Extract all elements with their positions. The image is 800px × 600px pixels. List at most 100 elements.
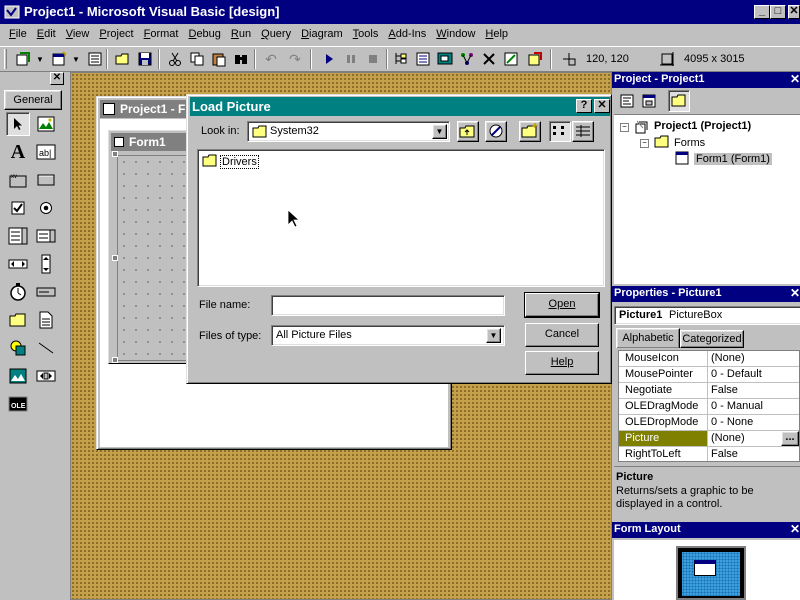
data-view-icon[interactable]	[500, 48, 522, 70]
property-row[interactable]: Negotiate False	[619, 383, 799, 399]
paste-icon[interactable]	[208, 48, 230, 70]
picturebox-icon[interactable]	[34, 112, 58, 136]
toolbox-close-button[interactable]: ✕	[50, 72, 64, 85]
end-icon[interactable]	[362, 48, 384, 70]
undo-icon[interactable]: ↶	[260, 48, 282, 70]
desktop-icon[interactable]	[485, 121, 507, 142]
forms-folder-label[interactable]: Forms	[674, 137, 705, 149]
property-row[interactable]: OLEDropMode 0 - None	[619, 415, 799, 431]
menu-editor-icon[interactable]	[84, 48, 106, 70]
label-icon[interactable]: A	[6, 140, 30, 164]
property-ellipsis-button[interactable]: ...	[781, 431, 799, 446]
project-explorer-close-button[interactable]: ✕	[790, 72, 800, 86]
form-layout-icon[interactable]	[434, 48, 456, 70]
timer-icon[interactable]	[6, 280, 30, 304]
project-explorer-title-bar[interactable]: Project - Project1 ✕	[612, 72, 800, 88]
menu-run[interactable]: Run	[226, 24, 256, 44]
open-button[interactable]: Open	[524, 292, 600, 318]
sizing-handle[interactable]	[112, 151, 118, 157]
form1-tree-item[interactable]: Form1 (Form1)	[694, 153, 772, 165]
tree-collapse-icon[interactable]: −	[640, 139, 649, 148]
pointer-icon[interactable]	[6, 112, 30, 136]
menu-tools[interactable]: Tools	[348, 24, 384, 44]
sizing-handle[interactable]	[112, 357, 118, 363]
form-layout-close-button[interactable]: ✕	[790, 522, 800, 536]
look-in-dropdown-arrow[interactable]: ▼	[432, 124, 447, 139]
tab-categorized[interactable]: Categorized	[680, 330, 744, 348]
sizing-handle[interactable]	[112, 255, 118, 261]
dirlistbox-icon[interactable]	[6, 308, 30, 332]
listbox-icon[interactable]	[34, 224, 58, 248]
properties-close-button[interactable]: ✕	[790, 286, 800, 300]
property-row-selected[interactable]: Picture (None) ...	[619, 431, 799, 447]
open-project-icon[interactable]	[112, 48, 134, 70]
menu-file[interactable]: File	[4, 24, 32, 44]
dropdown-arrow-icon[interactable]: ▼	[36, 55, 44, 64]
close-button[interactable]: ✕	[788, 5, 800, 19]
break-icon[interactable]	[340, 48, 362, 70]
menu-diagram[interactable]: Diagram	[296, 24, 348, 44]
property-row[interactable]: OLEDragMode 0 - Manual	[619, 399, 799, 415]
data-control-icon[interactable]	[34, 364, 58, 388]
vscrollbar-icon[interactable]	[34, 252, 58, 276]
property-row[interactable]: MousePointer 0 - Default	[619, 367, 799, 383]
start-icon[interactable]	[318, 48, 340, 70]
add-project-icon[interactable]	[12, 48, 34, 70]
property-row[interactable]: MouseIcon (None)	[619, 351, 799, 367]
cut-icon[interactable]	[164, 48, 186, 70]
shape-icon[interactable]	[6, 336, 30, 360]
form1-title-bar[interactable]: Form1	[111, 133, 191, 151]
toggle-folders-icon[interactable]	[668, 90, 690, 112]
optionbutton-icon[interactable]	[34, 196, 58, 220]
filelistbox-icon[interactable]	[34, 308, 58, 332]
menu-project[interactable]: Project	[94, 24, 138, 44]
cancel-button[interactable]: Cancel	[525, 323, 599, 347]
file-name-input[interactable]	[271, 295, 505, 316]
menu-edit[interactable]: Edit	[32, 24, 61, 44]
toolbox-icon[interactable]	[478, 48, 500, 70]
properties-title-bar[interactable]: Properties - Picture1 ✕	[612, 286, 800, 302]
ole-icon[interactable]: OLE	[6, 392, 30, 416]
monitor-icon[interactable]	[676, 546, 746, 600]
redo-icon[interactable]: ↷	[284, 48, 306, 70]
object-browser-icon[interactable]	[456, 48, 478, 70]
project-explorer-icon[interactable]	[390, 48, 412, 70]
frame-icon[interactable]: xv	[6, 168, 30, 192]
dropdown-arrow-icon[interactable]: ▼	[72, 55, 80, 64]
save-project-icon[interactable]	[134, 48, 156, 70]
combobox-icon[interactable]	[6, 224, 30, 248]
tree-collapse-icon[interactable]: −	[620, 123, 629, 132]
maximize-button[interactable]: □	[770, 5, 786, 19]
image-icon[interactable]	[6, 364, 30, 388]
property-row[interactable]: RightToLeft False	[619, 447, 799, 461]
toolbox-tab-general[interactable]: General	[4, 90, 62, 110]
checkbox-icon[interactable]	[6, 196, 30, 220]
menu-window[interactable]: Window	[431, 24, 480, 44]
properties-window-icon[interactable]	[412, 48, 434, 70]
menu-debug[interactable]: Debug	[183, 24, 225, 44]
dialog-title-bar[interactable]: Load Picture ? ✕	[190, 97, 610, 116]
file-list[interactable]: Drivers	[197, 149, 605, 287]
menu-help[interactable]: Help	[480, 24, 513, 44]
line-icon[interactable]	[34, 336, 58, 360]
files-of-type-dropdown[interactable]: All Picture Files ▼	[271, 325, 505, 346]
dialog-close-button[interactable]: ✕	[594, 99, 610, 113]
view-code-icon[interactable]	[616, 90, 638, 112]
list-view-icon[interactable]	[549, 121, 571, 142]
help-button[interactable]: Help	[525, 351, 599, 375]
create-new-folder-icon[interactable]	[519, 121, 541, 142]
find-icon[interactable]	[230, 48, 252, 70]
tab-alphabetic[interactable]: Alphabetic	[616, 328, 680, 348]
add-form-icon[interactable]	[48, 48, 70, 70]
component-manager-icon[interactable]	[524, 48, 546, 70]
hscrollbar-icon[interactable]	[6, 252, 30, 276]
details-view-icon[interactable]	[572, 121, 594, 142]
form1[interactable]: Form1	[108, 130, 193, 364]
minimize-button[interactable]: _	[754, 5, 770, 19]
menu-add-ins[interactable]: Add-Ins	[383, 24, 431, 44]
main-title-bar[interactable]: Project1 - Microsoft Visual Basic [desig…	[0, 0, 800, 24]
drivelistbox-icon[interactable]	[34, 280, 58, 304]
look-in-dropdown[interactable]: System32 ▼	[247, 121, 450, 142]
project-root-label[interactable]: Project1 (Project1)	[654, 120, 751, 132]
files-of-type-dropdown-arrow[interactable]: ▼	[486, 328, 501, 343]
